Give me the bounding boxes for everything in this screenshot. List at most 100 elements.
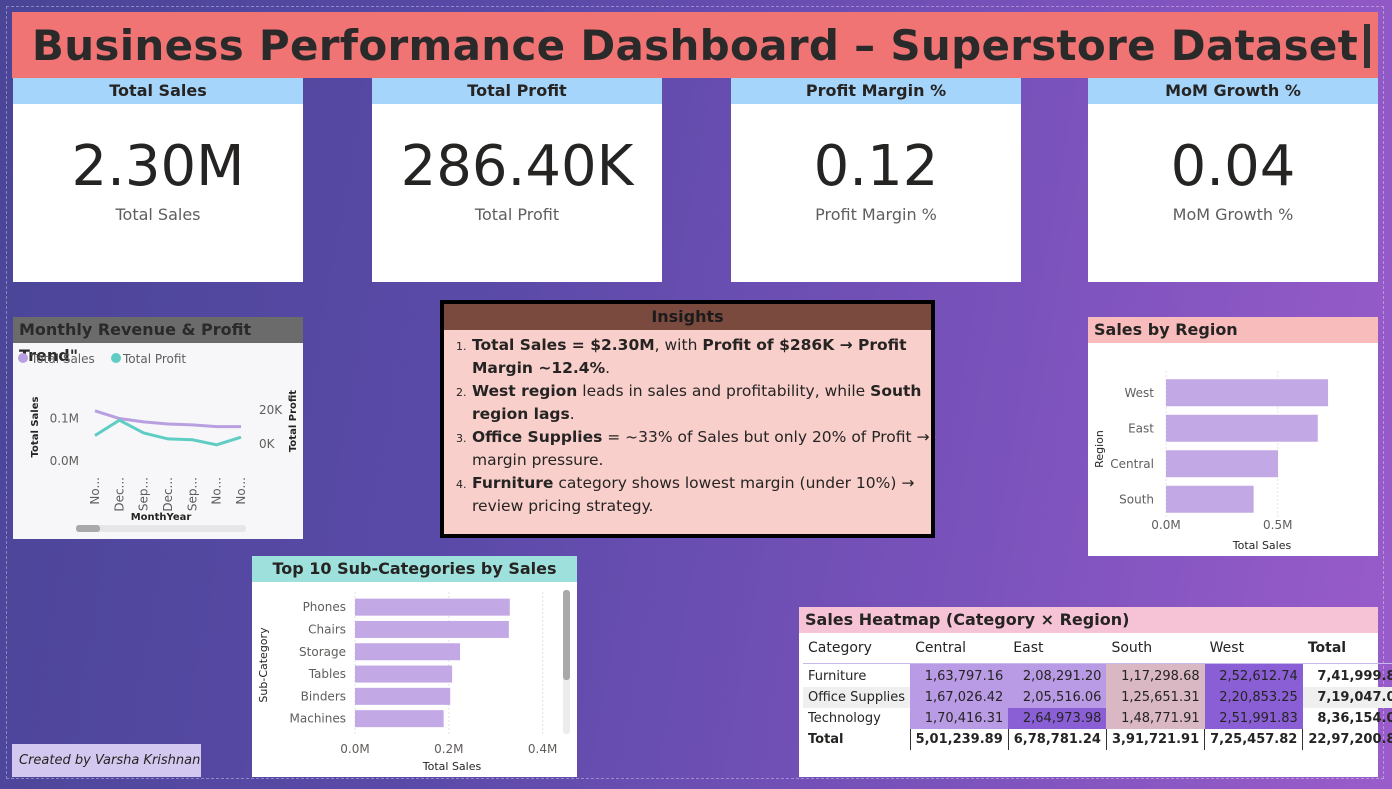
x-axis-title: Total Sales — [1232, 539, 1292, 552]
x-axis-title: MonthYear — [131, 512, 192, 523]
kpi-card-total-sales[interactable]: Total Sales 2.30M Total Sales — [13, 78, 303, 282]
y-tick-label: 0.1M — [50, 412, 79, 426]
subcat-chart-plot: Phones Chairs Storage Tables Binders Machines… — [257, 590, 570, 773]
region-chart-card[interactable]: Sales by Region West East Central South 0.0M… — [1088, 317, 1378, 556]
heatmap-column-header[interactable]: West — [1204, 633, 1303, 664]
bar-phones — [355, 598, 510, 616]
heatmap-row-label: Technology — [808, 711, 881, 726]
insights-title: Insights — [444, 304, 931, 330]
kpi-header: Total Profit — [372, 78, 662, 104]
heatmap-column-header[interactable]: South — [1106, 633, 1205, 664]
x-tick-label: 0.0M — [1151, 518, 1180, 532]
insights-body: Insights Total Sales = $2.30M, with Prof… — [444, 304, 931, 534]
y-tick-label: Tables — [308, 667, 346, 681]
scrollbar-track — [76, 525, 246, 532]
heatmap-cell: 2,20,853.25 — [1204, 687, 1303, 708]
insight-highlight: Total Sales = $2.30M — [472, 336, 655, 354]
heatmap-cell: 1,67,026.42 — [910, 687, 1009, 708]
y-tick-label: Central — [1110, 457, 1154, 471]
insight-item: Total Sales = $2.30M, with Profit of $28… — [470, 334, 931, 380]
insight-text: . — [605, 359, 611, 377]
y-tick-label: 0.0M — [50, 454, 79, 468]
y-axis-title: Total Sales — [30, 397, 41, 458]
heatmap-row-label: Office Supplies — [808, 690, 906, 705]
kpi-value: 2.30M — [71, 134, 245, 199]
insight-text: leads in sales and profitability, while — [577, 382, 871, 400]
kpi-card-mom-growth[interactable]: MoM Growth % 0.04 MoM Growth % — [1088, 78, 1378, 282]
region-chart-plot: West East Central South 0.0M 0.5M Total Sales R… — [1093, 371, 1329, 552]
x-tick-label: No... — [210, 477, 224, 505]
y-tick-label: Binders — [301, 689, 346, 703]
kpi-header: Total Sales — [13, 78, 303, 104]
y-axis-title: Region — [1093, 430, 1106, 468]
region-chart-title: Sales by Region — [1088, 317, 1378, 343]
heatmap-cell: 5,01,239.89 — [909, 729, 1009, 750]
heatmap-column-header[interactable]: East — [1008, 633, 1107, 664]
heatmap-title: Sales Heatmap (Category × Region) — [799, 607, 1378, 633]
x-tick-label: No... — [234, 477, 248, 505]
legend-label-sales: Total Sales — [30, 352, 95, 366]
insights-panel: Insights Total Sales = $2.30M, with Prof… — [440, 300, 935, 538]
kpi-label: Total Profit — [474, 205, 560, 224]
heatmap-column-header[interactable]: Category — [803, 633, 911, 664]
y-tick-label: West — [1124, 386, 1154, 400]
y-tick-label: East — [1128, 421, 1154, 435]
kpi-label: Profit Margin % — [815, 205, 937, 224]
heatmap-cell: 1,48,771.91 — [1106, 708, 1205, 729]
title-bar: Business Performance Dashboard – Superst… — [12, 12, 1378, 78]
insight-highlight: West region — [472, 382, 578, 400]
y-axis-title: Sub-Category — [257, 627, 270, 703]
heatmap-row-label: Total — [808, 732, 844, 747]
heatmap-cell: 7,25,457.82 — [1204, 729, 1303, 750]
heatmap-cell: 2,51,991.83 — [1204, 708, 1303, 729]
y-tick-label: South — [1119, 492, 1154, 506]
trend-chart-title: Monthly Revenue & Profit Trend" — [13, 317, 303, 365]
x-tick-label: 0.5M — [1263, 518, 1292, 532]
insight-highlight: Office Supplies — [472, 428, 603, 446]
x-tick-label: 0.4M — [528, 742, 557, 756]
kpi-card-total-profit[interactable]: Total Profit 286.40K Total Profit — [372, 78, 662, 282]
heatmap-cell: 1,17,298.68 — [1106, 663, 1205, 687]
bar-south — [1166, 485, 1254, 513]
heatmap-cell: 2,05,516.06 — [1008, 687, 1107, 708]
heatmap-column-header[interactable]: Central — [910, 633, 1009, 664]
x-tick-label: 0.0M — [340, 742, 369, 756]
trend-chart-card[interactable]: Monthly Revenue & Profit Trend" Total Sa… — [13, 317, 303, 539]
insight-item: Furniture category shows lowest margin (… — [470, 472, 931, 518]
heatmap-cell: 1,70,416.31 — [910, 708, 1009, 729]
heatmap-header-row: Category Central East South West Total — [803, 633, 1392, 664]
subcat-chart-title: Top 10 Sub-Categories by Sales — [252, 556, 577, 582]
heatmap-cell: 7,19,047.03 — [1317, 690, 1392, 705]
kpi-header: MoM Growth % — [1088, 78, 1378, 104]
trend-chart-plot: Total Sales Total Profit Total Sales Total … — [18, 352, 299, 532]
bar-machines — [355, 710, 444, 728]
bar-binders — [355, 687, 451, 705]
insight-highlight: Furniture — [472, 474, 554, 492]
y-tick-label: Phones — [303, 600, 346, 614]
legend-label-profit: Total Profit — [122, 352, 186, 366]
insight-item: Office Supplies = ~33% of Sales but only… — [470, 426, 931, 472]
subcat-chart-card[interactable]: Top 10 Sub-Categories by Sales Phones Cha… — [252, 556, 577, 777]
kpi-value: 0.04 — [1170, 134, 1296, 199]
heatmap-cell: 2,64,973.98 — [1008, 708, 1107, 729]
y-tick-label: Storage — [299, 645, 346, 659]
bar-storage — [355, 643, 461, 661]
author-credit: Created by Varsha Krishnan — [12, 744, 201, 777]
heatmap-card[interactable]: Sales Heatmap (Category × Region) Catego… — [799, 607, 1392, 777]
kpi-card-profit-margin[interactable]: Profit Margin % 0.12 Profit Margin % — [731, 78, 1021, 282]
heatmap-cell: 1,63,797.16 — [910, 663, 1009, 687]
x-tick-label: Dec... — [161, 477, 175, 512]
y2-axis-title: Total Profit — [288, 390, 299, 452]
y-tick-label: Machines — [290, 712, 346, 726]
bar-central — [1166, 450, 1278, 478]
x-tick-label: Sep... — [137, 477, 151, 511]
heatmap-column-header[interactable]: Total — [1302, 633, 1392, 664]
scrollbar-thumb — [563, 590, 570, 680]
heatmap-row: Technology 1,70,416.31 2,64,973.98 1,48,771… — [803, 708, 1392, 729]
bar-east — [1166, 414, 1318, 442]
x-tick-label: Sep... — [185, 477, 199, 511]
y-tick-label: Chairs — [308, 622, 346, 636]
heatmap-table: Category Central East South West Total Furnitu… — [803, 633, 1392, 750]
series-line-sales — [94, 409, 241, 429]
insights-list: Total Sales = $2.30M, with Profit of $28… — [444, 334, 931, 518]
